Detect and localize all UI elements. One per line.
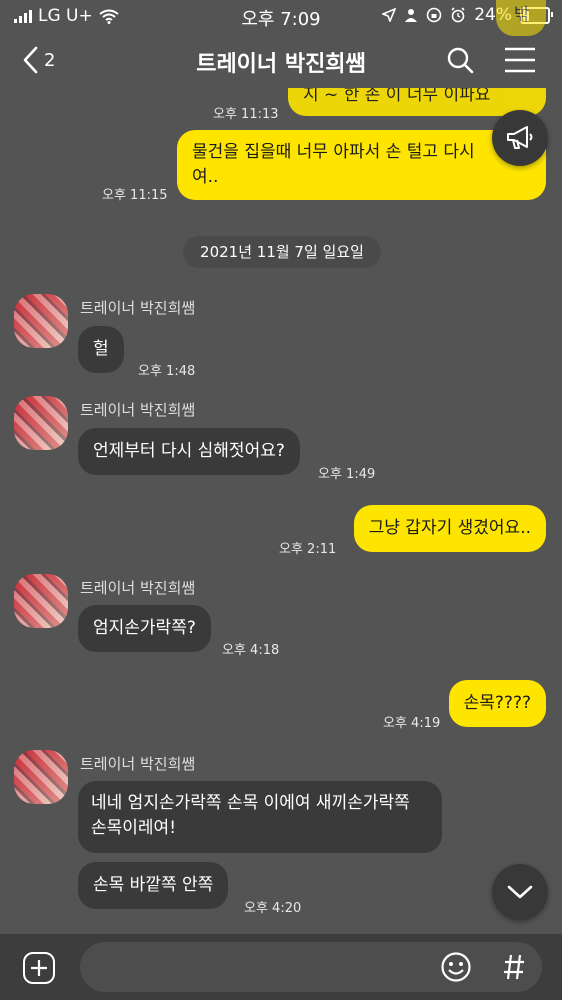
avatar[interactable] [14, 396, 68, 450]
message-text: 밖 [514, 5, 530, 25]
status-bar: LG U+ 오후 7:09 24% [0, 0, 562, 34]
message-time: 오후 11:13 [213, 107, 279, 122]
message-line: 손목이레여! [91, 818, 177, 838]
search-icon[interactable] [446, 46, 474, 74]
person-icon [405, 9, 418, 22]
message-text: 엄지손가락쪽? [93, 618, 196, 638]
chat-title: 트레이너 박진희쌤 [196, 52, 366, 77]
avatar[interactable] [14, 294, 68, 348]
message-time: 오후 4:19 [383, 716, 441, 731]
sender-name: 트레이너 박진희쌤 [80, 579, 196, 597]
message-text: 손목???? [463, 693, 531, 713]
message-time: 오후 4:20 [244, 901, 302, 916]
scroll-down-button[interactable] [492, 864, 548, 920]
sender-name: 트레이너 박진희쌤 [80, 755, 196, 773]
message-bubble-mine[interactable]: 손목???? [448, 680, 546, 727]
message-time: 오후 1:48 [138, 364, 196, 379]
chat-header: 2 트레이너 박진희쌤 [0, 34, 562, 90]
message-time: 오후 2:11 [279, 542, 337, 557]
notice-button[interactable] [492, 110, 548, 166]
message-text: 그냥 갑자기 생겼어요.. [368, 518, 531, 538]
plus-icon[interactable] [22, 951, 56, 985]
message-time: 오후 1:49 [318, 467, 376, 482]
message-bubble-theirs[interactable]: 언제부터 다시 심해젓어요? [78, 428, 300, 475]
message-bubble-theirs[interactable]: 네네 엄지손가락쪽 손목 이에여 새끼손가락쪽 손목이레여! [78, 781, 442, 853]
message-bubble-mine[interactable]: 밖 [496, 0, 546, 36]
message-bubble-mine[interactable]: 그냥 갑자기 생겼어요.. [353, 505, 546, 552]
location-icon [382, 8, 397, 22]
message-bubble-theirs[interactable]: 엄지손가락쪽? [78, 605, 211, 652]
chevron-down-icon [507, 885, 533, 899]
menu-icon[interactable] [504, 46, 536, 74]
message-bubble-theirs[interactable]: 헐 [78, 326, 124, 373]
message-line: 네네 엄지손가락쪽 손목 이에여 새끼손가락쪽 [91, 793, 410, 813]
alarm-icon [451, 7, 465, 23]
sender-name: 트레이너 박진희쌤 [80, 299, 196, 317]
message-time: 오후 11:15 [102, 188, 168, 203]
avatar[interactable] [14, 574, 68, 628]
message-input[interactable] [80, 942, 542, 992]
message-line: 물건을 집을때 너무 아파서 손 털고 다시 [192, 142, 475, 162]
rotation-lock-icon [426, 7, 442, 23]
emoji-icon[interactable] [440, 951, 472, 983]
hash-icon[interactable] [502, 953, 526, 981]
megaphone-icon [507, 126, 533, 149]
message-text: 손목 바깥쪽 안쪽 [93, 875, 214, 895]
message-bubble-mine[interactable]: 물건을 집을때 너무 아파서 손 털고 다시 여.. [177, 130, 546, 200]
date-divider: 2021년 11월 7일 일요일 [183, 236, 381, 268]
sender-name: 트레이너 박진희쌤 [80, 401, 196, 419]
message-line: 여.. [192, 167, 219, 187]
input-bar [0, 934, 562, 1000]
message-bubble-theirs[interactable]: 손목 바깥쪽 안쪽 [78, 862, 229, 909]
message-text: 지 ~ 한 손 이 너무 이파요 [303, 88, 491, 105]
avatar[interactable] [14, 750, 68, 804]
message-time: 오후 4:18 [222, 643, 280, 658]
message-text: 언제부터 다시 심해젓어요? [93, 441, 285, 461]
message-text: 헐 [93, 339, 109, 359]
